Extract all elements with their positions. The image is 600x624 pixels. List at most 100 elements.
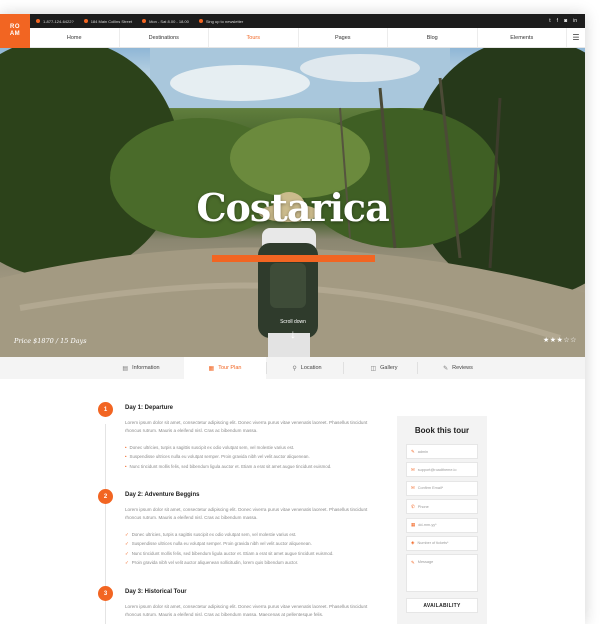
scroll-down-label: Scroll down <box>280 319 306 325</box>
phone-icon: ✆ <box>411 503 415 509</box>
mail-icon <box>198 19 203 23</box>
hero-title: Costarica <box>196 185 389 230</box>
list-item: • Suspendisse ultrices nulla eu volutpat … <box>125 452 375 461</box>
tab-gallery[interactable]: ◫ Gallery <box>343 357 425 379</box>
mail-icon: ✉ <box>411 466 415 472</box>
arrow-down-icon: ↓ <box>290 327 296 341</box>
tab-reviews[interactable]: ✎ Reviews <box>417 357 499 379</box>
day-title: Day 1: Departure <box>125 405 174 411</box>
hamburger-icon[interactable]: ☰ <box>567 28 585 47</box>
day-number-badge: 3 <box>98 586 113 601</box>
address-info: 184 Main Collins Street <box>83 18 133 24</box>
list-item: • Donec ultricies, turpis a sagittis susc… <box>125 443 375 452</box>
tab-label: Reviews <box>452 365 473 371</box>
date-field[interactable]: ▦ dd-mm-yy* <box>406 517 478 533</box>
title-underline <box>212 255 375 262</box>
hours-text: Mon - Sat 8.00 - 18.00 <box>149 18 189 24</box>
star-empty-icon: ☆ <box>570 337 577 344</box>
check-icon: ✓ <box>125 541 129 547</box>
day-3-section: Day 3: Historical Tour Lorem ipsum dolor… <box>125 589 375 624</box>
tab-location[interactable]: ⚲ Location <box>266 357 348 379</box>
name-field[interactable]: ✎ admin <box>406 444 478 459</box>
scroll-down-button[interactable]: Scroll down ↓ <box>270 319 316 340</box>
field-placeholder: Number of tickets* <box>417 541 449 546</box>
site-logo[interactable]: RO AM <box>0 14 30 48</box>
social-links: t f ◙ in <box>549 18 585 24</box>
message-field[interactable]: ✎ Message <box>406 554 478 593</box>
location-icon <box>83 19 88 23</box>
tab-label: Gallery <box>380 365 398 371</box>
tickets-field[interactable]: ◈ Number of tickets* <box>406 535 478 551</box>
nav-item-elements[interactable]: Elements <box>478 28 567 47</box>
check-icon: ✓ <box>125 550 129 556</box>
facebook-icon[interactable]: f <box>557 18 558 24</box>
bullet-icon: • <box>125 445 127 450</box>
availability-button[interactable]: AVAILABILITY <box>406 598 478 614</box>
bullet-icon: • <box>125 454 127 460</box>
calendar-icon: ▦ <box>411 522 416 528</box>
price-label: Price $1870 / 15 Days <box>14 337 87 345</box>
newsletter-link[interactable]: Sing up to newsletter <box>198 19 243 24</box>
bullet-text: Donec ultricies, turpis a sagittis susci… <box>131 532 297 537</box>
star-filled-icon: ★ <box>543 337 550 344</box>
day-title: Day 3: Historical Tour <box>125 589 187 595</box>
twitter-icon[interactable]: t <box>549 18 550 24</box>
address-text: 184 Main Collins Street <box>90 18 133 24</box>
bullet-text: Nunc tincidunt mollis felis, sed bibendu… <box>131 550 334 556</box>
tab-tour-plan[interactable]: ▦ Tour Plan <box>184 357 266 379</box>
tab-label: Information <box>132 365 160 371</box>
phone-field[interactable]: ✆ Phone <box>406 499 478 515</box>
ticket-icon: ◈ <box>411 540 415 546</box>
confirm-email-field[interactable]: ✉ Confirm Email* <box>406 480 478 496</box>
email-field[interactable]: ✉ support@roadtheme.io <box>406 462 478 478</box>
bullet-text: Proin gravida nibh vel velit auctor aliq… <box>131 559 299 565</box>
clock-icon <box>142 19 147 23</box>
list-item: • Nunc tincidunt mollis felis, sed bibend… <box>125 462 375 471</box>
day-number-badge: 2 <box>98 489 113 504</box>
star-rating: ★★★☆☆ <box>543 336 577 344</box>
nav-item-tours[interactable]: Tours <box>209 28 299 47</box>
bullet-text: Suspendisse ultrices nulla eu volutpat s… <box>129 454 310 460</box>
hours-info: Mon - Sat 8.00 - 18.00 <box>142 19 189 24</box>
bullet-text: Nunc tincidunt mollis felis, sed bibendu… <box>129 463 332 469</box>
hero-image: Costarica Price $1870 / 15 Days Scroll d… <box>0 48 585 357</box>
day-number-badge: 1 <box>98 402 113 417</box>
nav-item-blog[interactable]: Blog <box>388 28 478 47</box>
field-placeholder: Message <box>417 560 434 565</box>
check-icon: ✓ <box>125 559 129 565</box>
logo-line-1: RO <box>10 24 20 30</box>
day-description: Lorem ipsum dolor sit amet, consectetur … <box>125 420 368 433</box>
tour-tabs: ▤ Information ▦ Tour Plan ⚲ Location ◫ Galle… <box>0 357 585 379</box>
nav-item-destinations[interactable]: Destinations <box>120 28 209 47</box>
phone-text: 1-877-124-6422? <box>43 18 74 24</box>
day-title: Day 2: Adventure Beggins <box>125 492 200 498</box>
field-placeholder: support@roadtheme.io <box>417 467 457 472</box>
instagram-icon[interactable]: ◙ <box>564 18 567 24</box>
day-bullets: ✓ Donec ultricies, turpis a sagittis susc… <box>125 530 375 567</box>
day-description: Lorem ipsum dolor sit amet, consectetur … <box>125 507 368 520</box>
phone-info[interactable]: 1-877-124-6422? <box>36 19 74 24</box>
field-placeholder: Confirm Email* <box>417 486 444 491</box>
map-pin-icon: ⚲ <box>292 365 297 372</box>
tab-label: Tour Plan <box>218 365 242 371</box>
linkedin-icon[interactable]: in <box>573 18 577 24</box>
calendar-icon: ▦ <box>208 365 215 372</box>
phone-icon <box>36 19 40 23</box>
nav-item-home[interactable]: Home <box>30 28 120 47</box>
day-bullets: • Donec ultricies, turpis a sagittis susc… <box>125 443 375 471</box>
user-icon: ✎ <box>411 448 415 454</box>
nav-item-pages[interactable]: Pages <box>299 28 388 47</box>
camera-icon: ◫ <box>370 365 377 372</box>
tab-information[interactable]: ▤ Information <box>100 357 182 379</box>
main-nav: Home Destinations Tours Pages Blog Eleme… <box>30 28 585 48</box>
chat-icon: ✎ <box>443 365 449 372</box>
pencil-icon: ✎ <box>411 560 415 566</box>
mail-icon: ✉ <box>411 485 415 491</box>
field-placeholder: dd-mm-yy* <box>418 523 437 528</box>
list-item: ✓ Donec ultricies, turpis a sagittis susc… <box>125 530 375 539</box>
check-icon: ✓ <box>125 532 129 537</box>
bullet-text: Suspendisse ultrices nulla eu volutpat s… <box>131 541 312 547</box>
logo-line-2: AM <box>9 31 21 37</box>
day-description: Lorem ipsum dolor sit amet, consectetur … <box>125 604 368 617</box>
booking-title: Book this tour <box>414 426 470 435</box>
